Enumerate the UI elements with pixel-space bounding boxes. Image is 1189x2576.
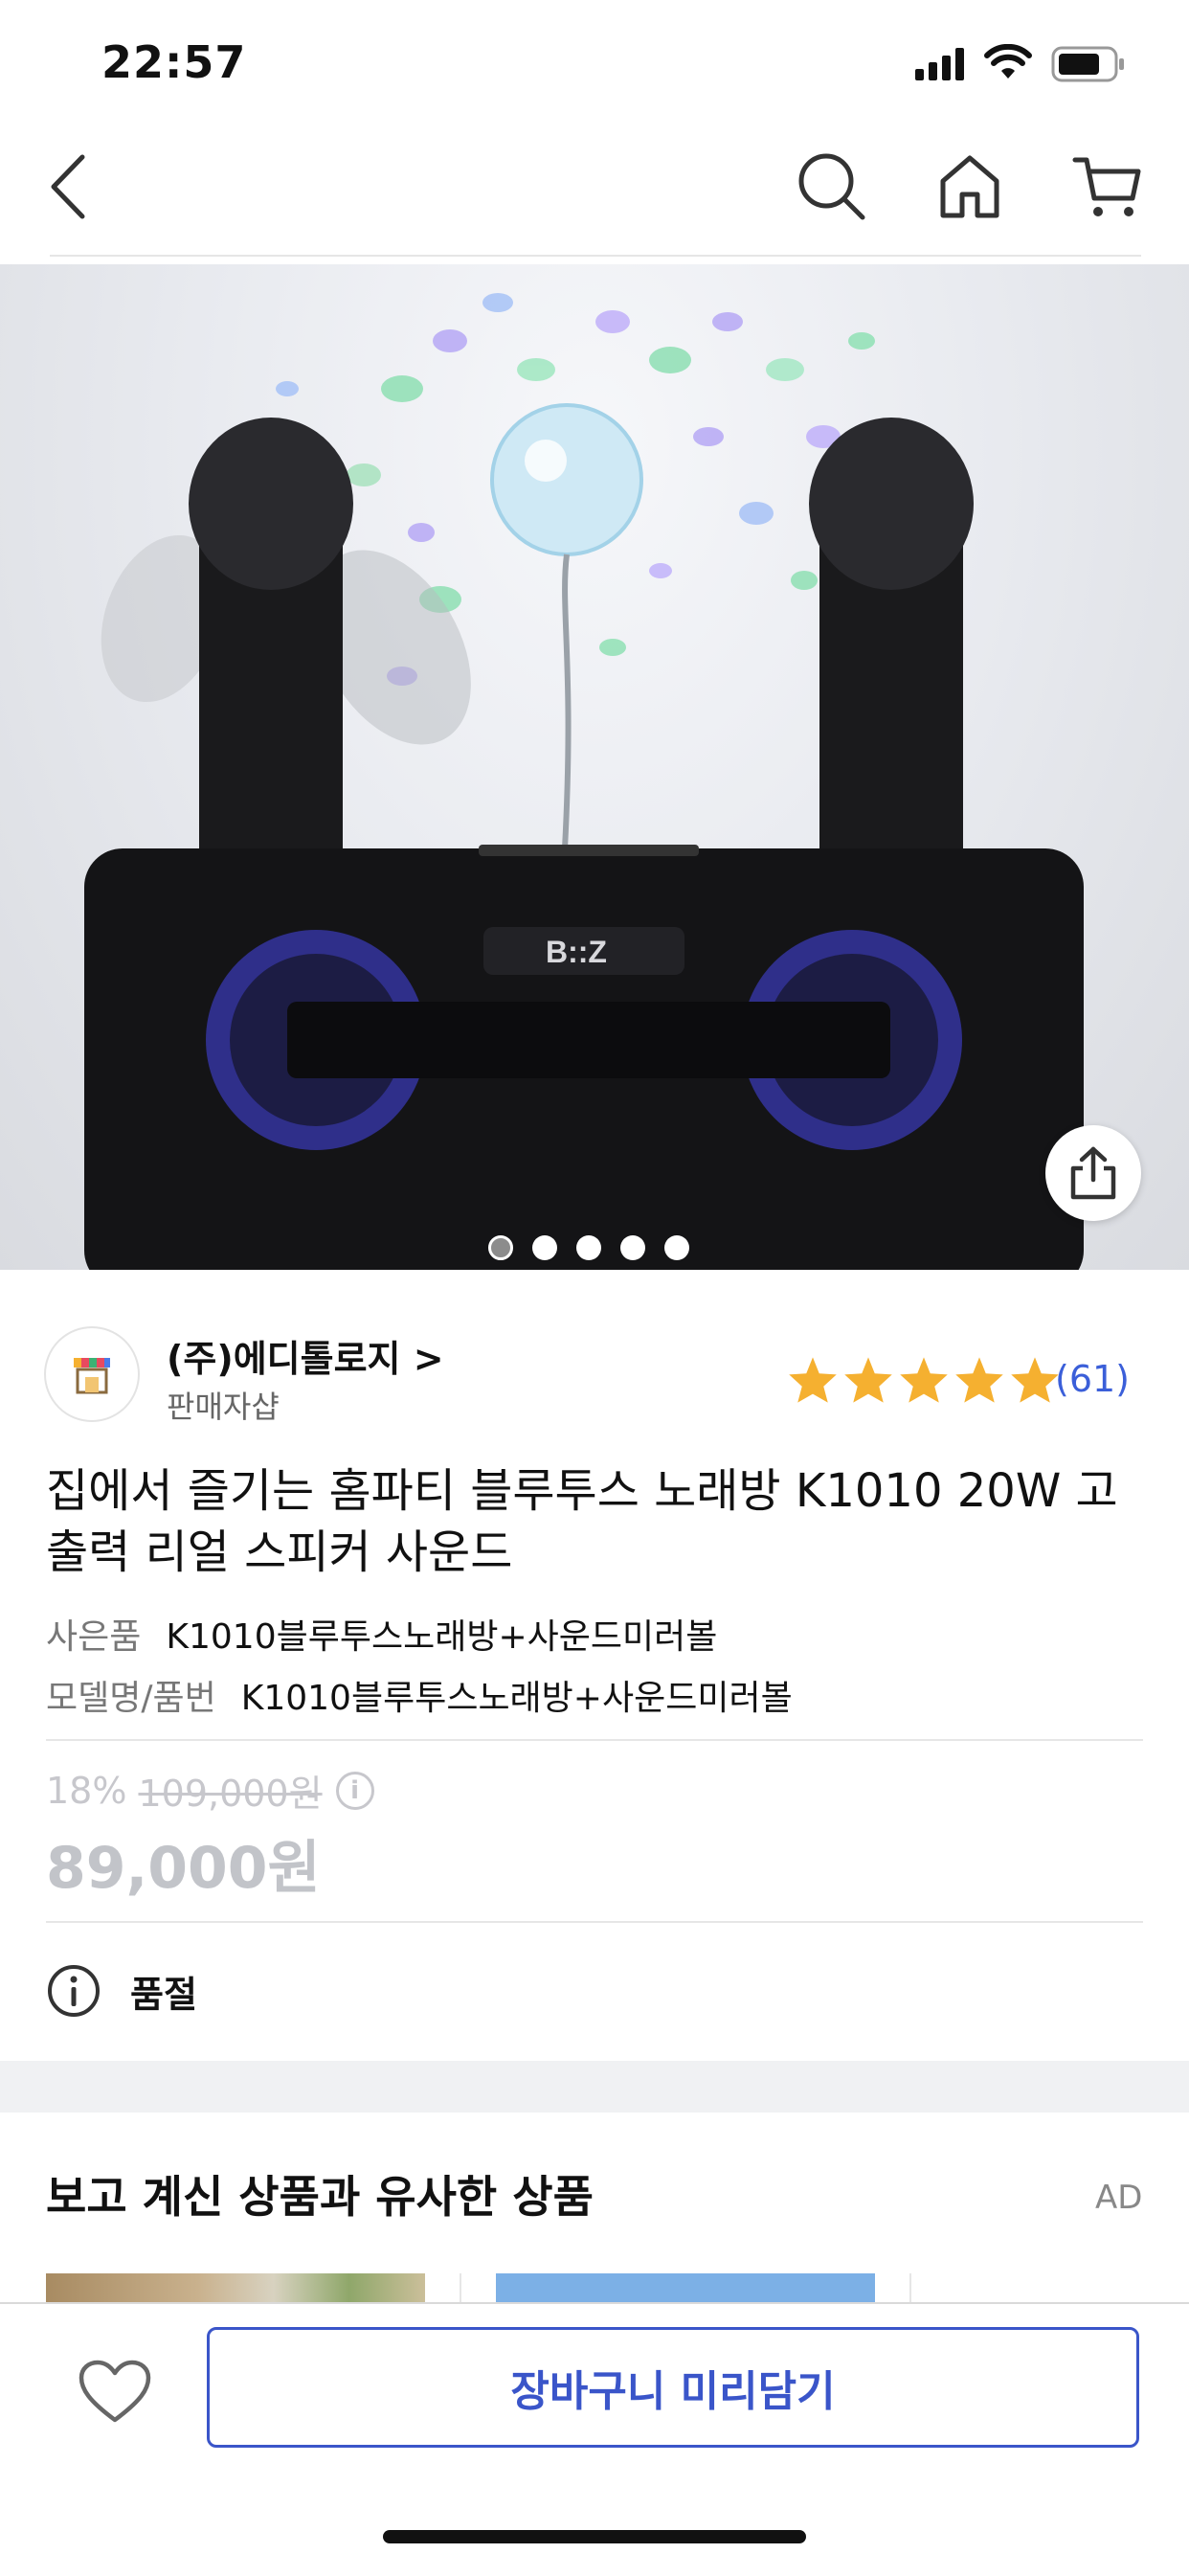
cart-button[interactable] [1065,144,1151,230]
speaker-brand-label: B::Z [546,935,607,969]
soldout-notice: 품절 [46,1963,197,2019]
star-icon [1011,1357,1059,1403]
divider [909,2273,911,2302]
add-to-cart-button[interactable]: 장바구니 미리담기 [207,2327,1139,2448]
option-row-model: 모델명/품번 K1010블루투스노래방+사운드미러볼 [46,1670,793,1720]
signal-icon [915,48,969,84]
similar-product-thumbnail[interactable] [496,2273,875,2302]
original-price: 109,000원 [138,1773,323,1815]
product-image[interactable]: B::Z [0,264,1189,1270]
pager-dot[interactable] [576,1235,601,1260]
share-button[interactable] [1045,1125,1141,1221]
home-icon [940,155,999,218]
price-info-icon[interactable]: i [335,1771,374,1810]
shop-icon [74,1358,110,1394]
pager-dot[interactable] [488,1235,513,1260]
option-row-gift: 사은품 K1010블루투스노래방+사운드미러볼 [46,1609,717,1659]
divider [46,1739,1143,1741]
ad-label: AD [1095,2179,1143,2217]
soldout-text: 품절 [130,1973,197,2016]
home-button[interactable] [927,144,1013,230]
discount-row: 18% 109,000원 i [46,1764,374,1817]
similar-product-thumbnail[interactable] [46,2273,425,2302]
nav-divider [50,255,1141,257]
heart-icon [79,2360,151,2423]
product-title: 집에서 즐기는 홈파티 블루투스 노래방 K1010 20W 고출력 리얼 스피… [46,1464,1118,1579]
back-button[interactable] [25,144,111,230]
wifi-icon [984,43,1032,84]
option-value: K1010블루투스노래방+사운드미러볼 [240,1679,793,1718]
section-separator [0,2061,1189,2113]
similar-products-title: 보고 계신 상품과 유사한 상품 [46,2171,594,2223]
divider [460,2273,461,2302]
star-icon [955,1357,1003,1403]
seller-type: 판매자샵 [167,1389,280,1425]
pager-dot[interactable] [532,1235,557,1260]
review-count-link[interactable]: (61) [1055,1358,1130,1400]
home-indicator[interactable] [383,2530,806,2543]
image-pager [488,1235,689,1260]
rating-stars[interactable] [787,1355,1061,1405]
status-time: 22:57 [101,36,247,88]
sale-price: 89,000원 [46,1835,321,1902]
seller-logo[interactable] [44,1326,140,1422]
battery-icon [1051,46,1128,86]
search-icon [798,153,865,220]
seller-name-link[interactable]: (주)에디톨로지 > [167,1329,444,1382]
share-icon [1070,1146,1116,1200]
option-label: 모델명/품번 [46,1679,216,1718]
option-value: K1010블루투스노래방+사운드미러볼 [166,1617,718,1657]
pager-dot[interactable] [664,1235,689,1260]
divider [46,1921,1143,1923]
star-icon [789,1357,837,1403]
star-icon [900,1357,948,1403]
pager-dot[interactable] [620,1235,645,1260]
wishlist-button[interactable] [67,2344,163,2440]
info-icon [48,1965,100,2017]
search-button[interactable] [789,144,875,230]
cart-icon [1072,157,1141,216]
option-label: 사은품 [46,1617,142,1657]
discount-rate: 18% [46,1769,127,1812]
star-icon [844,1357,892,1403]
